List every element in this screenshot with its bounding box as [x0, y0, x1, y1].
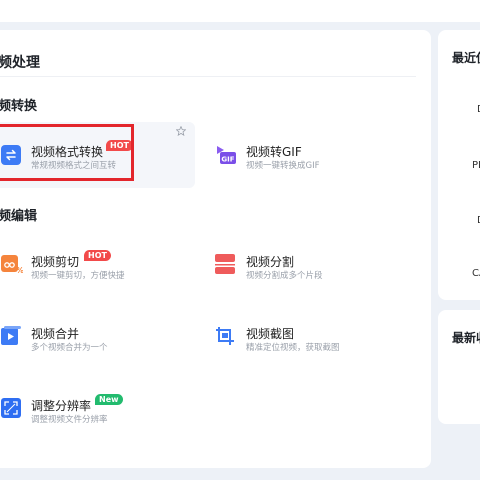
title-divider	[0, 76, 416, 77]
recent-item[interactable]: CA	[472, 268, 480, 279]
tool-title-merge[interactable]: 视频合并	[31, 325, 79, 342]
recent-title: 最近使	[452, 51, 480, 65]
tool-desc-merge: 多个视频合并为一个	[31, 343, 108, 353]
latest-title: 最新收	[452, 331, 480, 345]
tool-desc-screenshot: 精准定位视频，获取截图	[246, 343, 340, 353]
panel-title: 频处理	[0, 55, 40, 71]
star-icon[interactable]	[176, 126, 186, 136]
section-heading-convert: 频转换	[0, 99, 38, 114]
tool-title-split[interactable]: 视频分割	[246, 253, 294, 270]
hot-badge: HOT	[84, 250, 111, 261]
highlight-box	[0, 124, 134, 181]
tool-title-cut[interactable]: 视频剪切	[31, 253, 79, 270]
tool-desc-resolution: 调整视频文件分辨率	[31, 415, 108, 425]
tool-desc-split: 视频分割成多个片段	[246, 271, 323, 281]
svg-text:%: %	[16, 266, 23, 275]
resolution-icon	[1, 398, 21, 418]
tool-title-gif[interactable]: 视频转GIF	[246, 143, 302, 160]
gif-icon: GIF	[215, 144, 236, 164]
crop-icon	[215, 326, 235, 346]
recent-item[interactable]: PD	[472, 160, 480, 171]
top-bar	[0, 0, 480, 22]
new-badge: New	[95, 394, 123, 405]
tool-desc-gif: 视频一键转换成GIF	[246, 161, 320, 171]
split-icon	[215, 254, 235, 274]
merge-icon	[1, 326, 21, 346]
tool-desc-cut: 视频一键剪切，方便快捷	[31, 271, 125, 281]
svg-text:GIF: GIF	[221, 156, 234, 164]
section-heading-edit: 频编辑	[0, 209, 38, 224]
scissors-icon: %	[1, 255, 24, 275]
tool-title-resolution[interactable]: 调整分辨率	[31, 397, 91, 414]
latest-panel	[438, 310, 480, 424]
tool-title-screenshot[interactable]: 视频截图	[246, 325, 294, 342]
